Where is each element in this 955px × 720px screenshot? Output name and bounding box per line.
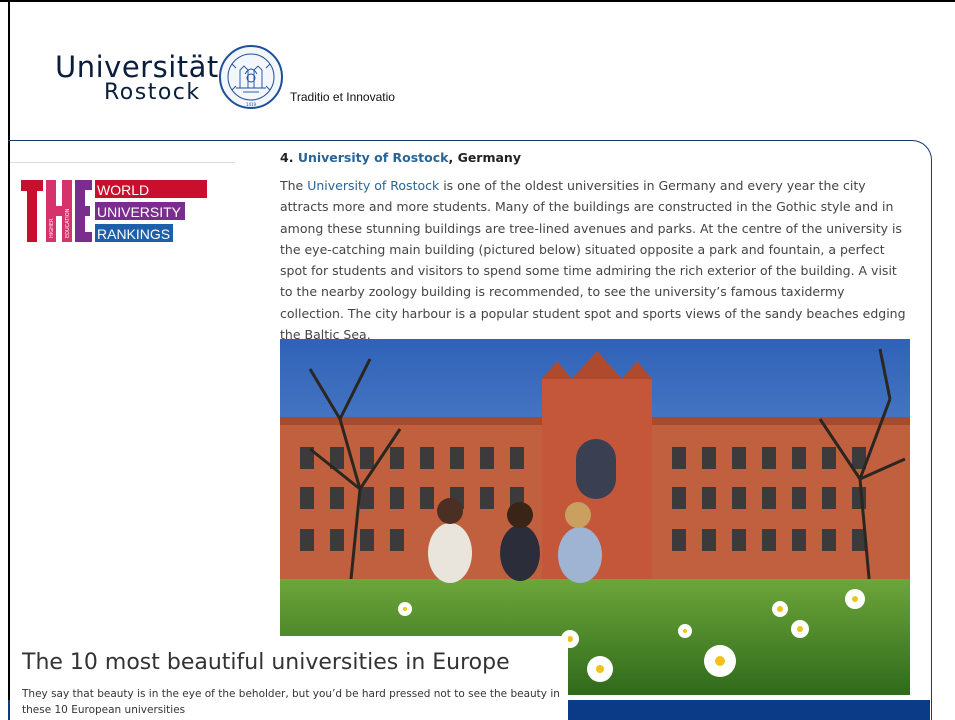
bottom-navy-bar [568,700,930,720]
article-body-link[interactable]: University of Rostock [307,178,439,193]
article-title: 4. University of Rostock, Germany [280,150,910,165]
article-title-country: , Germany [448,150,521,165]
motto-text: Traditio et Innovatio [290,90,395,104]
the-vertical-higher: HIGHER [49,218,55,238]
article-section: 4. University of Rostock, Germany The Un… [280,150,910,345]
university-seal-icon: 1419 [219,45,283,109]
sidebar-divider [10,162,235,163]
the-line-world: WORLD [97,182,149,198]
the-rankings-logo[interactable]: TIMES HIGHER EDUCATION WORLD UNIVERSITY … [20,180,210,242]
logo-word-universitat: Universität [55,50,219,84]
frame-right-border [912,140,932,720]
slide-left-border [8,2,10,720]
caption-overlay: The 10 most beautiful universities in Eu… [10,636,568,720]
the-vertical-times: TIMES [21,223,27,239]
caption-subtitle: They say that beauty is in the eye of th… [22,688,560,716]
the-line-rankings: RANKINGS [97,226,170,242]
article-body-intro: The [280,178,308,193]
caption-title[interactable]: The 10 most beautiful universities in Eu… [22,650,510,675]
article-title-link[interactable]: University of Rostock [298,150,449,165]
svg-text:1419: 1419 [246,102,257,107]
article-rank: 4. [280,150,294,165]
article-body: The University of Rostock is one of the … [280,175,910,345]
logo-word-rostock: Rostock [104,80,201,105]
article-body-text: is one of the oldest universities in Ger… [280,178,906,343]
the-vertical-education: EDUCATION [65,208,71,238]
slide-top-border [0,0,955,2]
frame-top-line [8,140,913,141]
the-line-university: UNIVERSITY [97,204,182,220]
